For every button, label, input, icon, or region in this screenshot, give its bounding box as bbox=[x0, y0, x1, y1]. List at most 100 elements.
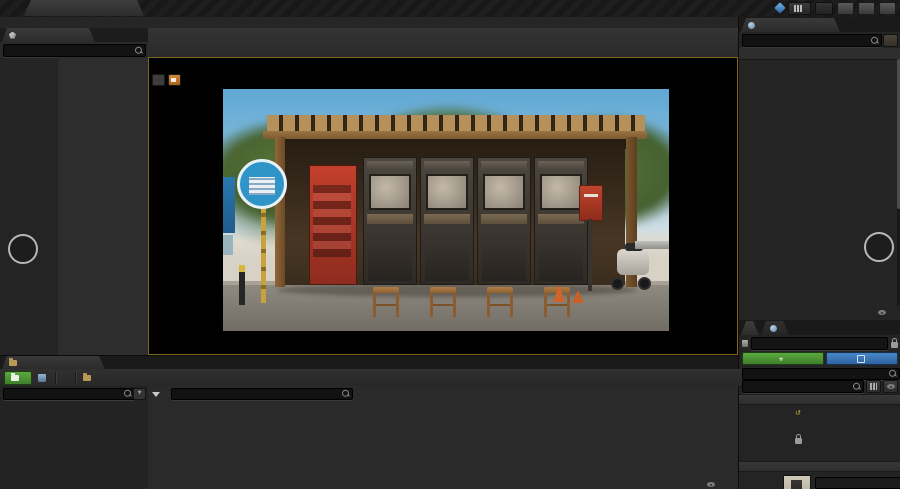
save-all-button[interactable] bbox=[38, 373, 49, 382]
add-import-button[interactable] bbox=[4, 370, 32, 385]
search-components-input[interactable] bbox=[743, 369, 899, 379]
restore-button[interactable] bbox=[858, 1, 875, 15]
arcade-machine-1 bbox=[363, 157, 417, 285]
transform-section-header[interactable] bbox=[739, 394, 900, 405]
static-mesh-dropdown[interactable] bbox=[815, 477, 900, 489]
vending-machine-shelves bbox=[313, 185, 351, 257]
bus-stop-sign-panel bbox=[249, 177, 275, 195]
content-browser-tab[interactable] bbox=[2, 356, 105, 369]
traffic-cone bbox=[553, 285, 565, 302]
level-tab[interactable] bbox=[24, 0, 144, 16]
tab-world-settings[interactable] bbox=[761, 321, 789, 335]
timetable-sign-small bbox=[223, 235, 233, 255]
scooter-wheel bbox=[638, 277, 651, 290]
content-folder-tree bbox=[2, 401, 146, 488]
breadcrumb[interactable] bbox=[83, 372, 99, 381]
arcade-base bbox=[368, 239, 412, 281]
prev-overlay-arrow[interactable] bbox=[8, 234, 38, 264]
arcade-base bbox=[539, 239, 583, 281]
content-browser-sources: ▼ bbox=[0, 386, 149, 489]
pilot-row bbox=[152, 74, 184, 86]
lock-icon[interactable] bbox=[891, 337, 898, 348]
path-filter-icon[interactable]: ▼ bbox=[133, 388, 146, 400]
viewport-scene[interactable] bbox=[223, 89, 669, 331]
minimize-button[interactable] bbox=[837, 1, 854, 15]
static-mesh-thumbnail[interactable] bbox=[783, 475, 811, 489]
content-browser-toolbar bbox=[0, 369, 742, 387]
blueprint-add-script-button[interactable] bbox=[826, 352, 898, 365]
search-content-input[interactable] bbox=[172, 389, 352, 399]
scale-row bbox=[739, 433, 900, 445]
content-browser-tab-row bbox=[0, 356, 738, 369]
save-icon bbox=[38, 373, 46, 382]
pilot-camera-icon[interactable] bbox=[168, 74, 181, 86]
content-view-options[interactable] bbox=[705, 482, 724, 487]
timetable-sign bbox=[223, 177, 235, 233]
scooter-wheel bbox=[611, 277, 624, 290]
add-folder-icon bbox=[11, 372, 19, 381]
arcade-panel bbox=[367, 214, 413, 224]
scooter-body bbox=[617, 249, 649, 275]
globe-icon bbox=[770, 325, 777, 332]
notification-icon[interactable] bbox=[774, 2, 786, 14]
actor-name-row bbox=[742, 336, 898, 350]
title-bar-right bbox=[774, 1, 896, 15]
outliner-search-box bbox=[742, 34, 882, 47]
search-components-box bbox=[742, 368, 900, 380]
traffic-cone bbox=[572, 290, 584, 303]
folder-icon bbox=[9, 360, 17, 366]
static-mesh-label bbox=[739, 473, 783, 489]
eye-icon bbox=[707, 482, 715, 487]
blueprint-icon bbox=[857, 354, 866, 363]
arcade-panel bbox=[481, 214, 527, 224]
filters-button[interactable] bbox=[152, 391, 166, 397]
eject-pilot-icon[interactable] bbox=[152, 74, 165, 86]
separator bbox=[55, 371, 57, 384]
search-icon bbox=[871, 36, 878, 44]
place-actors-icon bbox=[9, 32, 16, 39]
outliner-filter-button[interactable] bbox=[883, 34, 898, 47]
outliner-view-options[interactable] bbox=[876, 310, 900, 315]
static-mesh-section-header[interactable] bbox=[739, 461, 900, 472]
display-filter-icon[interactable] bbox=[883, 380, 898, 393]
stool bbox=[430, 287, 456, 317]
tab-details[interactable] bbox=[741, 321, 759, 335]
reset-icon[interactable]: ↺ bbox=[795, 409, 801, 417]
level-viewport[interactable] bbox=[148, 57, 738, 355]
main-toolbar bbox=[148, 28, 744, 58]
search-icon bbox=[853, 382, 860, 390]
postbox bbox=[579, 185, 603, 221]
details-buttons: + bbox=[742, 352, 898, 365]
search-details-input[interactable] bbox=[743, 381, 863, 392]
scale-lock-icon[interactable] bbox=[795, 433, 802, 444]
separator bbox=[75, 371, 77, 384]
bollard bbox=[239, 265, 245, 305]
project-name bbox=[815, 1, 833, 15]
columns-icon bbox=[870, 383, 877, 390]
funnel-icon bbox=[152, 391, 160, 397]
close-button[interactable] bbox=[879, 1, 896, 15]
search-icon bbox=[135, 46, 142, 54]
rotation-row bbox=[739, 420, 900, 432]
search-icon bbox=[342, 389, 349, 397]
location-row: ↺ bbox=[739, 407, 900, 419]
column-settings-icon[interactable] bbox=[866, 380, 881, 393]
static-mesh-picker: ⌂ ← ↺ bbox=[811, 473, 900, 489]
outliner-search-input[interactable] bbox=[743, 35, 881, 46]
search-paths-input[interactable] bbox=[4, 389, 134, 399]
world-outliner-tab[interactable] bbox=[741, 18, 840, 32]
add-component-button[interactable]: + bbox=[742, 352, 825, 365]
search-classes-input[interactable] bbox=[4, 45, 145, 56]
actor-name-field[interactable] bbox=[751, 336, 888, 350]
place-actors-tab[interactable] bbox=[2, 28, 95, 42]
world-icon bbox=[748, 22, 755, 29]
arcade-machine-2 bbox=[420, 157, 474, 285]
eye-icon bbox=[878, 310, 886, 315]
ddc-button[interactable] bbox=[788, 1, 811, 15]
folder-icon bbox=[83, 372, 91, 381]
arcade-base bbox=[482, 239, 526, 281]
world-outliner-tab-row bbox=[739, 17, 900, 32]
next-overlay-arrow[interactable] bbox=[864, 232, 894, 262]
stool bbox=[373, 287, 399, 317]
arcade-machine-3 bbox=[477, 157, 531, 285]
